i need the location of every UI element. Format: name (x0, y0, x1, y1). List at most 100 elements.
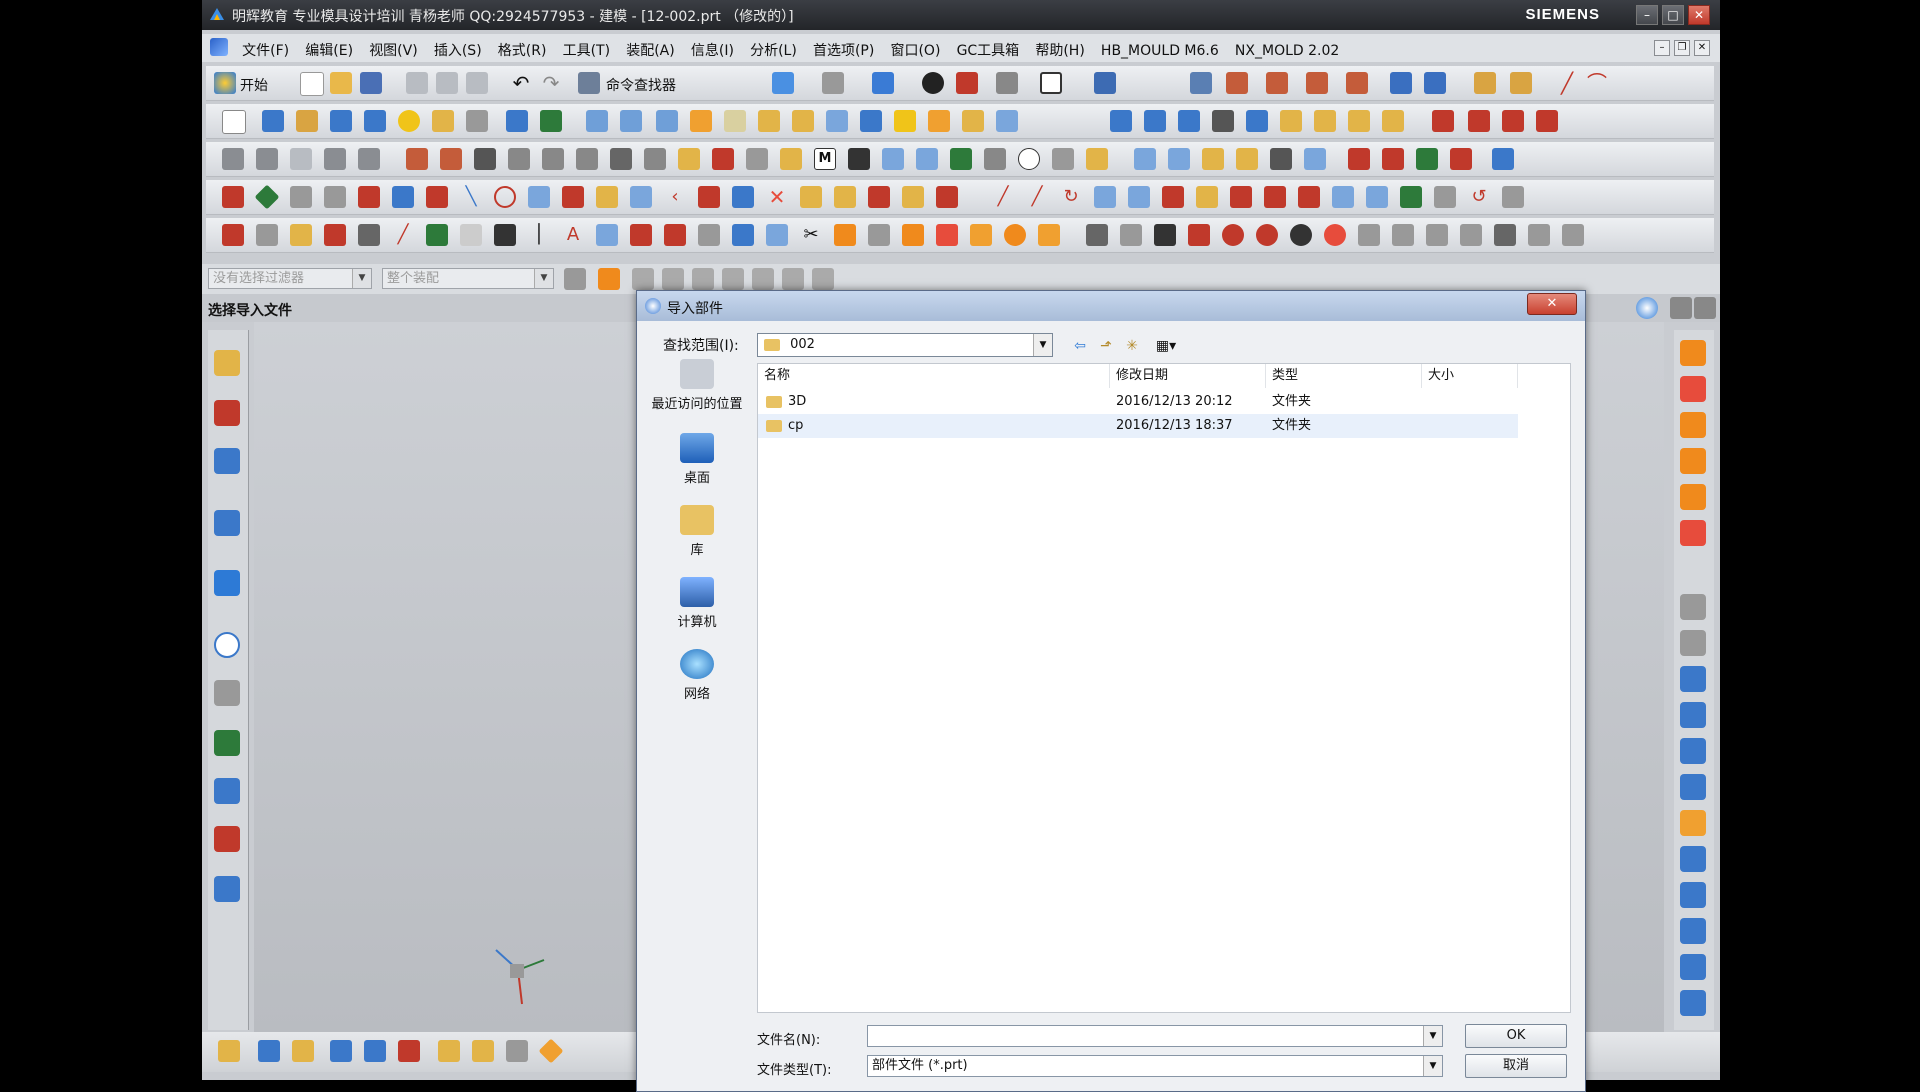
snap-quadrant-icon[interactable] (782, 268, 804, 290)
place-desktop[interactable]: 桌面 (649, 433, 745, 486)
standard-parts-icon[interactable] (1680, 484, 1706, 510)
save-tool-icon[interactable] (1680, 954, 1706, 980)
frame-icon[interactable] (426, 186, 448, 208)
snap-existing-icon[interactable] (812, 268, 834, 290)
system-scene-icon[interactable] (214, 876, 240, 902)
chamfer-icon[interactable] (724, 110, 746, 132)
globe-icon[interactable] (1636, 297, 1658, 319)
wcs-origin-icon[interactable] (1266, 72, 1288, 94)
bolt-icon[interactable] (1426, 224, 1448, 246)
lamp-icon[interactable] (834, 186, 856, 208)
arrangement-icon[interactable] (506, 1040, 528, 1062)
column-tool-icon[interactable] (1680, 774, 1706, 800)
shell-icon[interactable] (758, 110, 780, 132)
green-wedge-icon[interactable] (426, 224, 448, 246)
triangle-icon[interactable] (290, 148, 312, 170)
orange-sphere-icon[interactable] (1004, 224, 1026, 246)
rod-icon[interactable] (1562, 224, 1584, 246)
pen-icon[interactable] (1264, 186, 1286, 208)
bolt-2-icon[interactable] (1460, 224, 1482, 246)
explode-view-icon[interactable] (538, 1038, 564, 1064)
menu-file[interactable]: 文件(F) (236, 34, 295, 60)
frame-tool-icon[interactable] (1680, 702, 1706, 728)
measure-angle-icon[interactable] (1510, 72, 1532, 94)
roles-icon[interactable] (214, 826, 240, 852)
assembly-tool-icon[interactable] (258, 1040, 280, 1062)
cylinder-gray-icon[interactable] (256, 224, 278, 246)
layers-icon[interactable] (596, 186, 618, 208)
green-diamond-icon[interactable] (254, 184, 280, 210)
screw-tool-icon[interactable] (1680, 918, 1706, 944)
snap-point-toggle-icon[interactable] (598, 268, 620, 290)
extrude-icon[interactable] (262, 110, 284, 132)
ring-icon[interactable] (1324, 224, 1346, 246)
column-type[interactable]: 类型 (1266, 364, 1422, 388)
swept-icon[interactable] (1212, 110, 1234, 132)
array-icon[interactable] (1128, 186, 1150, 208)
mold-design-icon[interactable] (1680, 340, 1706, 366)
place-computer[interactable]: 计算机 (649, 577, 745, 630)
stack-gray-icon[interactable] (698, 224, 720, 246)
view-menu-icon[interactable]: ▦▾ (1151, 337, 1181, 355)
slider-icon[interactable] (746, 148, 768, 170)
menu-gc-toolbox[interactable]: GC工具箱 (951, 34, 1026, 60)
circle-icon[interactable] (494, 186, 516, 208)
orient-view-icon[interactable] (872, 72, 894, 94)
trim-mold-icon[interactable] (1168, 148, 1190, 170)
parting-line-icon[interactable] (542, 148, 564, 170)
place-network[interactable]: 网络 (649, 649, 745, 702)
target-tool-icon[interactable] (1680, 810, 1706, 836)
hole-table-icon[interactable] (1304, 148, 1326, 170)
assembly-navigator-icon[interactable] (214, 350, 240, 376)
web-browser-icon[interactable] (214, 570, 240, 596)
target-icon[interactable] (1298, 186, 1320, 208)
system-materials-icon[interactable] (214, 680, 240, 706)
menu-preferences[interactable]: 首选项(P) (807, 34, 880, 60)
grid-red-icon[interactable] (1162, 186, 1184, 208)
move-icon[interactable] (868, 186, 890, 208)
through-curves-icon[interactable] (1144, 110, 1166, 132)
chevron-down-icon[interactable]: ▼ (1423, 1026, 1442, 1046)
sheet-icon[interactable] (324, 186, 346, 208)
diagonal-line-icon[interactable]: ╲ (460, 186, 482, 208)
bracket-icon[interactable] (1086, 224, 1108, 246)
arc-icon[interactable]: ⌒ (1586, 72, 1608, 94)
bridge-curve-icon[interactable] (1536, 110, 1558, 132)
plate-icon[interactable] (596, 224, 618, 246)
constraint-navigator-icon[interactable] (214, 400, 240, 426)
history-icon[interactable] (214, 632, 240, 658)
rib-icon[interactable] (928, 110, 950, 132)
corner-icon[interactable] (1196, 186, 1218, 208)
start-icon[interactable] (214, 72, 236, 94)
angle-line-icon[interactable] (1230, 186, 1252, 208)
screw-icon[interactable] (1392, 224, 1414, 246)
ok-button[interactable]: OK (1465, 1024, 1567, 1048)
sew-icon[interactable] (1348, 110, 1370, 132)
surface-icon[interactable] (1110, 110, 1132, 132)
slash-2-icon[interactable]: ╱ (1026, 186, 1048, 208)
revolve-icon[interactable] (296, 110, 318, 132)
list-icon[interactable] (916, 148, 938, 170)
file-row[interactable]: 3D 2016/12/13 20:12 文件夹 (758, 390, 1518, 414)
snap-intersection-icon[interactable] (722, 268, 744, 290)
wcs-orient-icon[interactable] (1346, 72, 1368, 94)
hole-icon[interactable] (432, 110, 454, 132)
menu-assembly[interactable]: 装配(A) (620, 34, 681, 60)
red-ball-2-icon[interactable] (1256, 224, 1278, 246)
doc-restore-button[interactable]: ❐ (1674, 40, 1690, 56)
boss-icon[interactable] (466, 110, 488, 132)
manufacturing-wizards-icon[interactable] (214, 778, 240, 804)
menu-insert[interactable]: 插入(S) (428, 34, 488, 60)
create-box-icon[interactable] (1680, 520, 1706, 546)
cube-outline-icon[interactable] (290, 186, 312, 208)
paste-icon[interactable] (466, 72, 488, 94)
pocket-icon[interactable] (1202, 148, 1224, 170)
cut-icon[interactable] (406, 72, 428, 94)
sketch-icon[interactable] (222, 110, 246, 134)
grid-icon[interactable] (882, 148, 904, 170)
rotate-icon[interactable]: ↻ (1060, 186, 1082, 208)
dark-ball-icon[interactable] (1290, 224, 1312, 246)
stand-icon[interactable] (222, 224, 244, 246)
yellow-cube-icon[interactable] (970, 224, 992, 246)
wcs-rotate-icon[interactable] (1306, 72, 1328, 94)
